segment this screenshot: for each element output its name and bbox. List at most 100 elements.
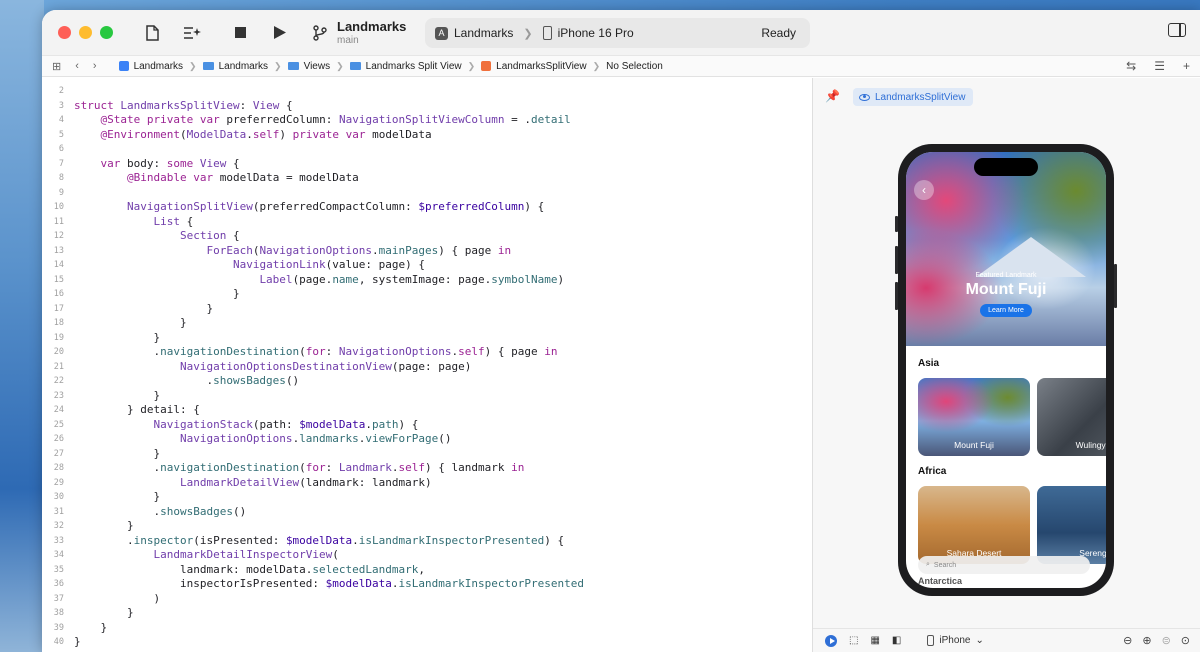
zoom-window-button[interactable] — [100, 26, 113, 39]
code-text: @Environment(ModelData.self) private var… — [100, 127, 432, 141]
compare-arrows-icon[interactable]: ⇆ — [1126, 59, 1136, 73]
destination-selector[interactable]: iPhone 16 Pro — [542, 26, 634, 40]
zoom-fit-icon[interactable]: ⊙ — [1181, 634, 1190, 647]
code-text: } — [74, 620, 108, 634]
search-placeholder: Search — [933, 561, 957, 569]
landmark-card[interactable]: Sahara Desert — [918, 486, 1030, 564]
line-number: 20 — [53, 347, 64, 357]
side-button — [1114, 264, 1117, 308]
section-title: Asia — [918, 358, 940, 369]
scheme-device-label: iPhone 16 Pro — [557, 26, 634, 40]
iphone-icon — [927, 635, 935, 646]
jump-bar: ⊞ ‹ › Landmarks ❯ Landmarks ❯ Views ❯ La… — [42, 55, 1200, 77]
breadcrumb-item[interactable]: Landmarks — [118, 60, 184, 72]
breadcrumb-label: Landmarks — [133, 60, 184, 72]
app-icon: A — [435, 26, 448, 40]
breadcrumb-item[interactable]: No Selection — [606, 61, 663, 72]
mountain-illustration — [976, 237, 1086, 277]
zoom-actual-icon[interactable]: ⊜ — [1162, 634, 1171, 647]
line-number: 12 — [53, 231, 64, 241]
code-text: ForEach(NavigationOptions.mainPages) { p… — [206, 243, 512, 257]
preview-selector[interactable]: LandmarksSplitView — [853, 88, 974, 106]
minimize-window-button[interactable] — [79, 26, 92, 39]
editor-options-icon[interactable]: ☰ — [1154, 59, 1165, 73]
code-text: .showsBadges() — [74, 374, 300, 387]
hero-kicker: Featured Landmark — [975, 272, 1037, 279]
line-number: 5 — [58, 129, 64, 140]
forward-arrow-icon[interactable]: › — [93, 60, 97, 72]
stop-icon — [234, 27, 246, 38]
navigator-toggle-button[interactable] — [141, 22, 163, 44]
line-number: 25 — [53, 419, 64, 430]
code-text: } — [74, 635, 81, 648]
volume-down-button — [895, 282, 898, 310]
code-text: landmark: modelData.selectedLandmark, — [74, 562, 426, 576]
line-number: 29 — [53, 477, 64, 488]
back-arrow-icon[interactable]: ‹ — [75, 60, 79, 72]
play-icon — [274, 26, 286, 39]
landmark-card[interactable]: Mount Fuji — [918, 378, 1030, 456]
line-number: 2 — [58, 86, 64, 96]
code-text: var body: some View { — [100, 156, 240, 170]
document-icon — [145, 24, 159, 41]
branch-icon — [309, 22, 331, 44]
iphone-preview[interactable]: ‹ Featured Landmark Mount Fuji Learn Mor… — [895, 144, 1117, 596]
code-text: } — [74, 287, 240, 300]
dynamic-island — [974, 158, 1038, 176]
project-name: Landmarks — [337, 19, 407, 34]
build-status: Ready — [761, 26, 796, 40]
code-text: inspectorIsPresented: $modelData.isLandm… — [74, 577, 584, 590]
code-text: NavigationSplitView(preferredCompactColu… — [126, 200, 545, 213]
line-number: 34 — [53, 550, 64, 560]
line-number: 39 — [53, 622, 64, 633]
landmark-card[interactable]: Sereng — [1037, 486, 1106, 564]
add-editor-icon[interactable]: + — [1183, 59, 1190, 73]
project-info[interactable]: Landmarks main — [337, 19, 406, 46]
preview-canvas: 📌 LandmarksSplitView ‹ Featured Landmark… — [813, 78, 1200, 652]
run-button[interactable] — [269, 22, 291, 44]
library-button[interactable] — [181, 22, 203, 44]
pin-icon[interactable]: 📌 — [825, 89, 840, 103]
code-text: ) — [74, 591, 161, 605]
code-text: } — [74, 388, 161, 402]
selectable-mode-icon[interactable]: ⬚ — [849, 635, 858, 646]
phone-screen: ‹ Featured Landmark Mount Fuji Learn Mor… — [906, 152, 1106, 588]
stop-button[interactable] — [229, 22, 251, 44]
code-text: } — [74, 519, 134, 532]
zoom-in-icon[interactable]: ⊕ — [1142, 634, 1151, 647]
breadcrumb-item[interactable]: LandmarksSplitView — [481, 61, 587, 72]
device-selector[interactable]: iPhone ⌄ — [927, 635, 984, 646]
code-editor[interactable]: 2 3 struct LandmarksSplitView: View {4 @St… — [42, 78, 812, 652]
learn-more-button[interactable]: Learn More — [980, 304, 1032, 317]
branch-name: main — [337, 35, 359, 46]
line-number: 17 — [53, 303, 64, 314]
inspector-toggle-button[interactable] — [1168, 23, 1186, 37]
device-settings-icon[interactable]: ◧ — [892, 635, 901, 646]
line-number: 23 — [53, 390, 64, 401]
line-number: 22 — [53, 376, 64, 386]
scheme-selector[interactable]: A Landmarks — [435, 26, 513, 40]
zoom-out-icon[interactable]: ⊖ — [1123, 634, 1132, 647]
code-text: .inspector(isPresented: $modelData.isLan… — [74, 533, 565, 547]
chevron-right-icon: ❯ — [274, 60, 282, 71]
line-number: 38 — [53, 608, 64, 618]
variants-grid-icon[interactable]: ▦ — [870, 635, 879, 646]
breadcrumb-item[interactable]: Landmarks — [202, 61, 268, 72]
line-number: 36 — [53, 579, 64, 589]
breadcrumb-item[interactable]: Views — [287, 61, 330, 72]
search-field[interactable]: ⌕ Search — [918, 556, 1090, 574]
close-window-button[interactable] — [58, 26, 71, 39]
landmark-card[interactable]: Wulingyu — [1037, 378, 1106, 456]
sidebar-right-icon — [1168, 23, 1186, 37]
back-button[interactable]: ‹ — [914, 180, 934, 200]
line-number: 10 — [53, 202, 64, 212]
live-preview-icon[interactable] — [825, 634, 837, 647]
section-title: Africa — [918, 466, 947, 477]
breadcrumb-item[interactable]: Landmarks Split View — [349, 61, 462, 72]
grid-icon[interactable]: ⊞ — [52, 60, 61, 73]
scheme-app-label: Landmarks — [454, 26, 514, 40]
chevron-down-icon: ⌄ — [975, 635, 984, 646]
line-number: 18 — [53, 318, 64, 328]
app-icon — [118, 61, 129, 71]
scheme-activity-bar[interactable]: A Landmarks ❯ iPhone 16 Pro Ready — [425, 18, 810, 48]
